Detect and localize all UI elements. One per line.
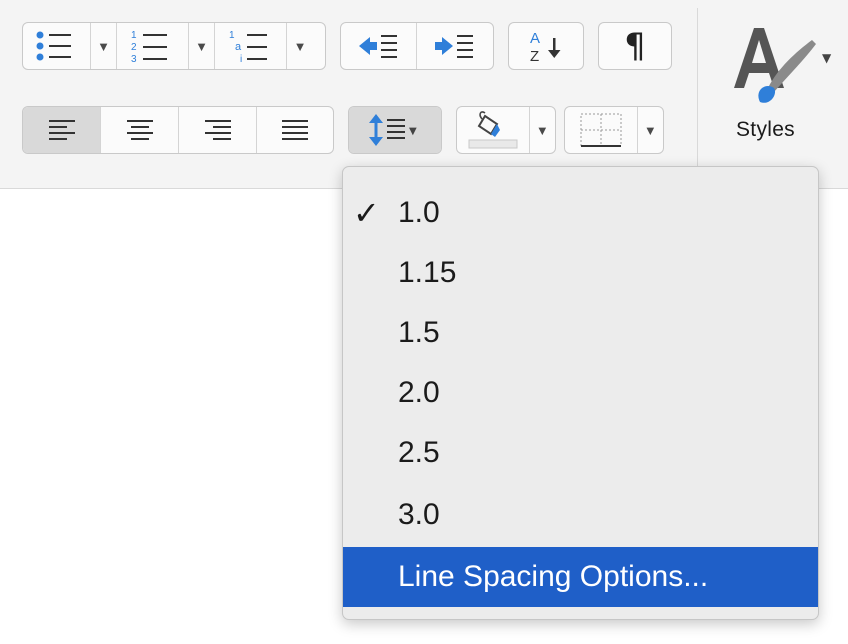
- show-formatting-group: ¶: [598, 22, 672, 70]
- menu-item-1-15[interactable]: 1.15: [343, 245, 818, 301]
- numbering-dropdown[interactable]: ▼: [189, 23, 215, 69]
- align-center-button[interactable]: [101, 107, 179, 153]
- chevron-down-icon: ▼: [535, 122, 549, 138]
- ribbon-toolbar: ▼ 1 2 3 ▼ 1 a i ▼ A Z ¶ ▼ ▼ ▼ ▼ Styles: [0, 0, 848, 189]
- svg-text:1: 1: [131, 30, 137, 41]
- chevron-down-icon: ▼: [643, 122, 657, 138]
- menu-item-label: 1.0: [398, 196, 440, 229]
- menu-item-2-0[interactable]: 2.0: [343, 365, 818, 421]
- multilevel-list-dropdown[interactable]: ▼: [287, 23, 313, 69]
- sort-button[interactable]: A Z: [509, 23, 583, 69]
- svg-text:a: a: [235, 41, 242, 53]
- numbering-icon: 1 2 3: [131, 30, 167, 63]
- chevron-down-icon: ▼: [195, 38, 208, 54]
- line-spacing-button[interactable]: ▼: [349, 107, 441, 153]
- svg-text:▼: ▼: [822, 51, 832, 65]
- multilevel-list-icon: 1 a i: [229, 30, 267, 63]
- menu-item-label: Line Spacing Options...: [398, 560, 709, 593]
- bullets-dropdown[interactable]: ▼: [91, 23, 117, 69]
- menu-item-3-0[interactable]: 3.0: [343, 487, 818, 543]
- numbering-button[interactable]: 1 2 3: [117, 23, 189, 69]
- show-formatting-button[interactable]: ¶: [599, 23, 671, 69]
- bullets-icon: [36, 31, 71, 61]
- borders-button[interactable]: [565, 107, 638, 153]
- menu-item-label: 2.0: [398, 376, 440, 409]
- checkmark-icon: ✓: [353, 194, 380, 232]
- svg-text:3: 3: [131, 54, 137, 63]
- menu-item-label: 3.0: [398, 498, 440, 531]
- sort-label-bottom: Z: [530, 48, 539, 64]
- decrease-indent-button[interactable]: [341, 23, 417, 69]
- align-center-icon: [126, 120, 153, 140]
- increase-indent-button[interactable]: [417, 23, 493, 69]
- svg-text:i: i: [240, 54, 242, 63]
- align-right-button[interactable]: [179, 107, 257, 153]
- pilcrow-icon: ¶: [624, 26, 646, 66]
- svg-text:1: 1: [229, 30, 235, 41]
- svg-text:2: 2: [131, 42, 137, 53]
- chevron-down-icon: ▼: [97, 38, 110, 54]
- borders-group: ▼: [564, 106, 664, 154]
- line-spacing-group: ▼: [348, 106, 442, 154]
- line-spacing-menu: ✓ 1.0 1.15 1.5 2.0 2.5 3.0 Line Spacing …: [342, 166, 819, 620]
- justify-icon: [282, 120, 308, 140]
- menu-item-1-5[interactable]: 1.5: [343, 305, 818, 361]
- list-group: ▼ 1 2 3 ▼ 1 a i ▼: [22, 22, 326, 70]
- styles-brush-icon: ▼: [734, 28, 832, 103]
- borders-dropdown[interactable]: ▼: [638, 107, 663, 153]
- bullets-button[interactable]: [23, 23, 91, 69]
- line-spacing-icon: ▼: [369, 114, 417, 146]
- borders-icon: [580, 113, 622, 147]
- justify-button[interactable]: [257, 107, 333, 153]
- shading-icon: [468, 111, 518, 149]
- decrease-indent-icon: [358, 35, 397, 58]
- styles-label: Styles: [736, 118, 795, 141]
- increase-indent-icon: [435, 35, 473, 58]
- chevron-down-icon: ▼: [293, 38, 307, 54]
- shading-dropdown[interactable]: ▼: [530, 107, 555, 153]
- align-left-button[interactable]: [23, 107, 101, 153]
- multilevel-list-button[interactable]: 1 a i: [215, 23, 287, 69]
- svg-text:▼: ▼: [409, 126, 417, 137]
- menu-item-1-0[interactable]: ✓ 1.0: [343, 185, 818, 241]
- sort-label-top: A: [530, 30, 540, 47]
- menu-item-line-spacing-options[interactable]: Line Spacing Options...: [343, 547, 818, 607]
- styles-button[interactable]: ▼: [724, 18, 834, 108]
- sort-group: A Z: [508, 22, 584, 70]
- sort-icon: A Z: [530, 30, 561, 64]
- menu-item-label: 1.5: [398, 316, 440, 349]
- indent-group: [340, 22, 494, 70]
- menu-item-2-5[interactable]: 2.5: [343, 425, 818, 481]
- align-left-icon: [48, 120, 75, 140]
- align-right-icon: [204, 120, 231, 140]
- alignment-group: [22, 106, 334, 154]
- shading-group: ▼: [456, 106, 556, 154]
- menu-item-label: 2.5: [398, 436, 440, 469]
- shading-button[interactable]: [457, 107, 530, 153]
- group-divider: [697, 8, 698, 180]
- menu-item-label: 1.15: [398, 256, 457, 289]
